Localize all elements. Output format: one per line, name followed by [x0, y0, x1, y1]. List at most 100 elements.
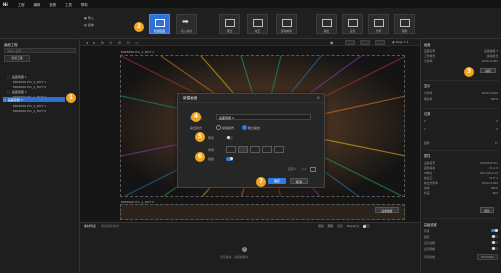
bottom-panel-actions: 添加 删除 清空 Mapping	[318, 224, 370, 228]
callout-badge-6: 6	[195, 152, 205, 162]
app-logo: Hi	[3, 1, 8, 7]
new-project-button[interactable]: 新建工程	[4, 55, 30, 62]
import-label: 导入	[87, 16, 94, 20]
help-label: 帮助	[401, 29, 408, 33]
delete-media-button[interactable]: 删除	[328, 224, 334, 228]
grid-toggle[interactable]	[491, 246, 498, 251]
prop-label: 分辨率	[424, 58, 433, 63]
add-media-button[interactable]: 添加	[318, 224, 324, 228]
left-panel-search[interactable]: 请输入名称	[4, 48, 76, 53]
menu-item-tools[interactable]: 工具	[65, 2, 72, 7]
bottom-panel-header: 素材列表 添加媒体素材	[84, 224, 119, 228]
layout-option-4[interactable]	[262, 146, 272, 153]
analysis-label: 分析	[375, 29, 382, 33]
prop-value[interactable]: 3840×2160	[481, 91, 498, 95]
correction-button[interactable]: 校正	[247, 14, 268, 34]
prop-label: 刷新率	[424, 96, 433, 101]
name-input[interactable]: 画面容器 4	[216, 114, 311, 120]
tree-item-label: MIX3000 Pro_1_OUT 1	[13, 79, 47, 84]
cancel-button[interactable]: 取消	[290, 178, 308, 184]
close-icon[interactable]: ×	[317, 95, 320, 100]
refresh-button[interactable]: 刷新	[480, 207, 494, 213]
prop-value[interactable]: 0°	[495, 141, 498, 145]
layout-option-1[interactable]	[226, 146, 236, 153]
page-selector[interactable]: ◉ Page 1 ▾	[392, 40, 408, 44]
tree-item-container-3[interactable]: ▢ 画面容器 3	[3, 97, 65, 102]
wave-icon	[374, 19, 384, 27]
layout-option-5[interactable]	[274, 146, 284, 153]
insert-media-button[interactable]: ➡ 插入素材	[176, 14, 197, 34]
device-place-label: 设备放置	[381, 209, 393, 213]
divider	[422, 150, 499, 151]
tree-item-output[interactable]: MIX3000 Pro_1_OUT 2	[13, 108, 83, 113]
scale-label: 缩放	[208, 157, 215, 161]
radio-off-icon	[216, 125, 221, 130]
search-placeholder: 请输入名称	[7, 49, 21, 53]
view-toggle-2[interactable]	[360, 40, 370, 45]
scale-ratio: 1:1	[302, 167, 307, 171]
settings-icon	[348, 19, 358, 27]
prop-label: 显示边框	[424, 240, 436, 245]
menu-item-edit[interactable]: 编辑	[34, 2, 41, 7]
menu-item-view[interactable]: 查看	[49, 2, 56, 7]
screen-edit-label: 屏幕编辑	[280, 29, 293, 33]
divider	[422, 108, 499, 109]
new-screen-button[interactable]: 新建画面	[149, 14, 170, 34]
output-label: 输出	[323, 29, 330, 33]
prop-value: 60Hz	[490, 185, 498, 190]
prop-value[interactable]: 60Hz	[491, 97, 498, 101]
lock-toggle[interactable]	[491, 234, 498, 239]
blend-button[interactable]: 融合	[219, 14, 240, 34]
help-button[interactable]: 帮助	[394, 14, 415, 34]
menu-item-project[interactable]: 工程	[18, 2, 25, 7]
layout-option-3[interactable]	[250, 146, 260, 153]
carrier-button[interactable]: ▤ 载体	[84, 23, 94, 27]
prop-label: 背景颜色	[424, 254, 436, 259]
divider	[422, 80, 499, 81]
prop-label: 帧率	[424, 185, 430, 190]
prop-value[interactable]: 0	[496, 127, 498, 131]
prop-row: 锁定	[424, 234, 498, 239]
settings-button[interactable]: 设置	[342, 14, 363, 34]
edit-screen-button[interactable]: 编辑	[480, 68, 496, 73]
toggle-small[interactable]	[310, 167, 316, 172]
clear-media-button[interactable]: 清空	[337, 224, 343, 228]
prop-row: 背景颜色 #000000	[424, 253, 498, 260]
menu-item-help[interactable]: 帮助	[81, 2, 88, 7]
ok-button[interactable]: 确定	[268, 178, 286, 184]
screen-output-2[interactable]	[120, 204, 405, 220]
left-panel-title: 画面工程	[4, 43, 18, 47]
bg-color-select[interactable]: #000000	[476, 253, 498, 260]
prop-row: 分辨率 1920×1080	[424, 58, 498, 63]
prop-value: 1920×1080	[481, 58, 498, 63]
prop-row: 刷新率 60Hz	[424, 96, 498, 101]
prop-value[interactable]: 0	[496, 119, 498, 123]
device-place-button[interactable]: 设备放置	[375, 207, 399, 213]
bottom-panel-search[interactable]: 添加媒体素材	[101, 224, 119, 228]
layout-option-2[interactable]	[238, 146, 248, 153]
radio-splice[interactable]: 拼接模式	[216, 125, 234, 130]
folder-icon: ▢	[7, 74, 10, 79]
view-toggle-3[interactable]	[375, 40, 385, 45]
output-button[interactable]: 输出	[316, 14, 337, 34]
prop-value: 拼接模式	[486, 53, 498, 58]
prop-row: X0	[424, 118, 498, 123]
camera-icon[interactable]: ◉	[330, 40, 334, 45]
sync-toggle[interactable]	[491, 228, 498, 233]
prop-value: MIX3000 Pro	[480, 160, 498, 165]
callout-badge-4: 4	[191, 112, 201, 122]
import-button[interactable]: ▣ 导入	[84, 16, 94, 20]
analysis-button[interactable]: 分析	[368, 14, 389, 34]
border-toggle[interactable]	[491, 240, 498, 245]
help-icon	[400, 19, 410, 27]
callout-badge-3: 3	[464, 67, 474, 77]
mapping-toggle[interactable]	[362, 224, 370, 228]
prop-value: 画面容器 3	[484, 48, 498, 53]
scale-toggle[interactable]	[226, 157, 233, 161]
ok-label: 确定	[273, 179, 280, 183]
canvas-tools[interactable]: ◂ ▸ ⊕ ⊖ ⊞ ⊟ ▭	[86, 40, 141, 45]
preview-toggle[interactable]	[226, 136, 233, 140]
view-toggle-1[interactable]	[345, 40, 355, 45]
screen-edit-button[interactable]: 屏幕编辑	[276, 14, 297, 34]
radio-independent[interactable]: 独立输出	[242, 125, 260, 130]
